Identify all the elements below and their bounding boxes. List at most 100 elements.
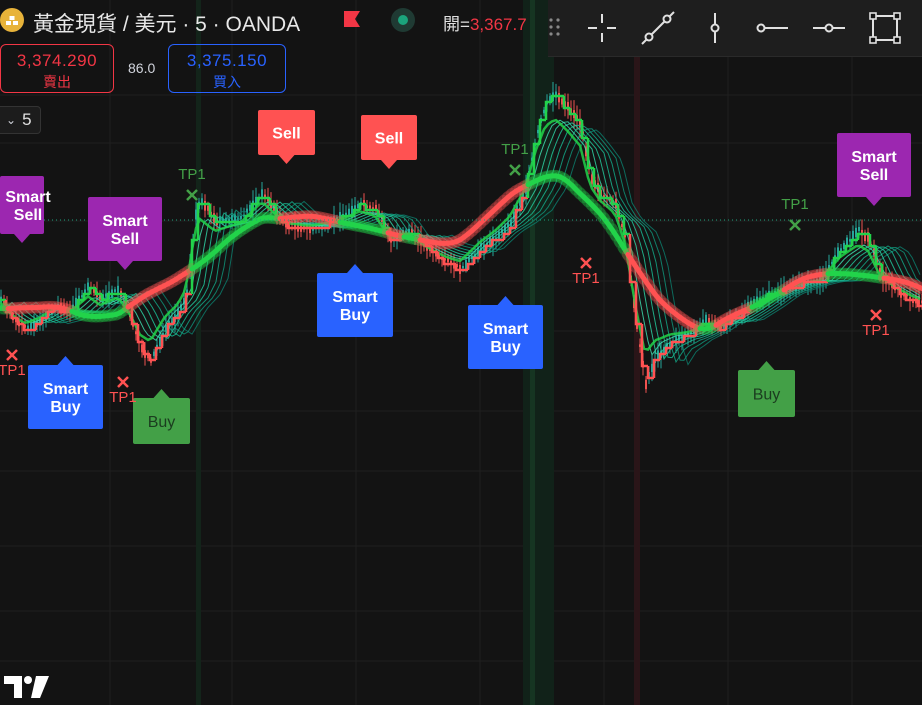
buy-label: 買入 (213, 74, 241, 90)
signal-label: Sell (272, 126, 300, 143)
candle-body (357, 204, 359, 209)
candle-body (843, 242, 845, 250)
signal-smart-sell: SmartSell (88, 197, 162, 270)
signal-markers: SmartSell SmartSellSell SellSmartSellSmart… (0, 110, 911, 444)
toolbar-grip-icon[interactable] (548, 16, 562, 38)
signal-label: Sell (375, 131, 403, 148)
fast-ma-step (472, 256, 480, 264)
candle-body (561, 98, 563, 105)
tp-label: TP1 (0, 362, 26, 379)
trend-line-icon[interactable] (638, 8, 678, 48)
fast-ma-step (640, 324, 648, 368)
signal-label: Smart (851, 149, 897, 166)
signal-pointer (347, 264, 363, 273)
signal-buy: Buy (133, 389, 190, 444)
tp-label: TP1 (178, 166, 206, 183)
indicator-count: 5 (22, 110, 32, 129)
signal-pointer (278, 155, 295, 164)
candle-body (135, 331, 137, 335)
tp-label: TP1 (781, 196, 809, 213)
candle-body (81, 295, 83, 298)
candle-body (207, 205, 209, 211)
fast-ma-step (466, 262, 474, 270)
tp-marker: TP1 (0, 349, 26, 379)
candle-body (195, 209, 197, 220)
signal-label: Sell (860, 167, 888, 184)
tp-label: TP1 (862, 322, 890, 339)
candle-body (543, 109, 545, 114)
tp-label: TP1 (572, 270, 600, 287)
candle-body (465, 259, 467, 270)
candle-body (114, 289, 116, 292)
signal-label: Smart (332, 289, 378, 306)
crosshair-icon[interactable] (582, 8, 622, 48)
candle-body (369, 205, 371, 209)
signal-sell: Sell (258, 110, 315, 164)
candle-body (849, 239, 851, 242)
candle-body (249, 204, 251, 211)
tp-marker: TP1 (862, 309, 890, 339)
signal-pointer (14, 234, 30, 243)
candle-body (537, 129, 539, 134)
signal-label: Smart (483, 321, 529, 338)
fast-ma-step (34, 322, 42, 330)
tradingview-logo-icon[interactable] (4, 676, 50, 698)
price-chart[interactable]: SmartSell SmartSellSell SellSmartSellSmart… (0, 0, 922, 705)
gold-bars-icon (0, 8, 24, 32)
sell-button[interactable]: 3,374.290 賣出 (0, 44, 114, 93)
fast-ma-step (94, 288, 102, 296)
flag-icon[interactable] (343, 10, 361, 28)
candle-body (858, 227, 860, 232)
rectangle-icon[interactable] (865, 8, 905, 48)
signal-label: Buy (148, 414, 176, 431)
candle-body (84, 289, 86, 294)
fast-ma-step (652, 358, 660, 378)
ohlc-open: 開=3,367.7 (443, 10, 527, 35)
candle-body (651, 363, 653, 372)
candle-body (645, 379, 647, 390)
candle-body (27, 325, 29, 330)
fast-ma-step (550, 94, 558, 102)
spread-value: 86.0 (128, 60, 156, 76)
signal-smart-buy: SmartBuy (468, 296, 543, 369)
fast-ma-step (178, 310, 186, 318)
candle-body (657, 350, 659, 360)
signal-pointer (153, 389, 170, 398)
market-status-icon[interactable] (391, 8, 415, 32)
signal-sell: Sell (361, 115, 417, 169)
signal-pointer (117, 261, 133, 270)
signal-pointer (866, 197, 882, 206)
tp-marker: TP1 (109, 376, 137, 406)
buy-price: 3,375.150 (186, 51, 268, 70)
candle-body (840, 248, 842, 251)
session-band (196, 0, 201, 705)
open-value: 3,367.7 (469, 15, 527, 34)
candle-body (558, 93, 560, 103)
signal-label: Smart (43, 381, 89, 398)
candle-body (468, 258, 470, 263)
horizontal-line-icon[interactable] (809, 8, 849, 48)
vertical-line-icon[interactable] (695, 8, 735, 48)
horizontal-ray-icon[interactable] (752, 8, 792, 48)
signal-label: Buy (753, 387, 781, 404)
fast-ma-step (490, 238, 498, 246)
fast-ma-step (268, 198, 276, 206)
signal-label: Smart (5, 189, 51, 206)
open-label: 開= (443, 15, 470, 34)
candle-body (846, 237, 848, 246)
candle-body (639, 344, 641, 347)
signal-smart-sell: SmartSell (837, 133, 911, 206)
chevron-down-icon: ⌄ (6, 113, 17, 127)
signal-label: Buy (50, 399, 80, 416)
signal-smart-buy: SmartBuy (317, 264, 393, 337)
signal-buy: Buy (738, 361, 795, 417)
fast-ma-step (154, 346, 162, 360)
signal-smart-buy: SmartBuy (28, 356, 103, 429)
buy-button[interactable]: 3,375.150 買入 (168, 44, 286, 93)
fast-ma-step (142, 342, 150, 356)
symbol-title[interactable]: 黃金現貨 / 美元 · 5 · OANDA (33, 8, 300, 38)
fast-ma-step (856, 232, 864, 240)
candle-body (621, 223, 623, 227)
indicator-collapse-button[interactable]: ⌄ 5 (0, 106, 41, 134)
signal-pointer (497, 296, 514, 305)
